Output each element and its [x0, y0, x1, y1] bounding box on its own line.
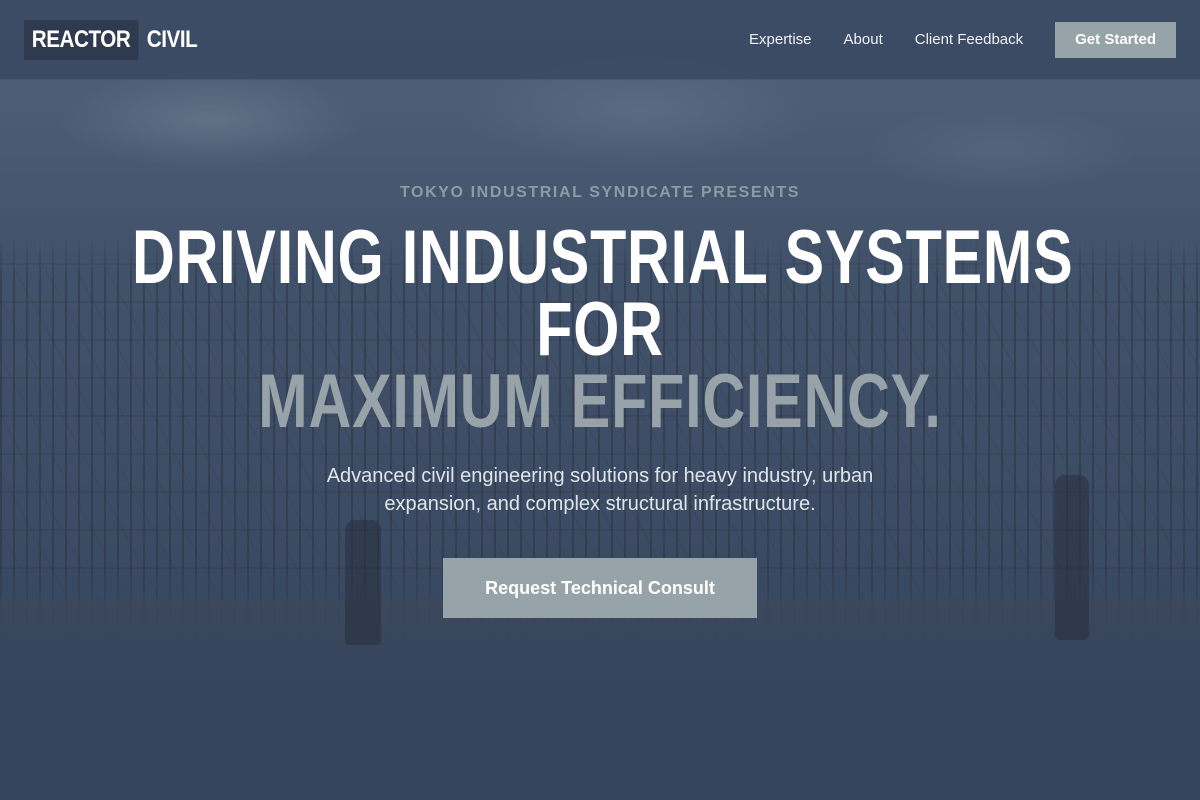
main-nav: Expertise About Client Feedback Get Star… — [749, 21, 1176, 58]
hero-eyebrow: TOKYO INDUSTRIAL SYNDICATE PRESENTS — [399, 184, 801, 201]
headline-line-3: MAXIMUM EFFICIENCY. — [258, 359, 942, 444]
logo-primary: REACTOR — [24, 19, 139, 60]
nav-link-client-feedback[interactable]: Client Feedback — [915, 31, 1023, 48]
hero-section: TOKYO INDUSTRIAL SYNDICATE PRESENTS DRIV… — [0, 0, 1200, 800]
logo[interactable]: REACTOR CIVIL — [24, 19, 198, 60]
headline-line-2: FOR — [536, 287, 664, 372]
headline-line-1: DRIVING INDUSTRIAL SYSTEMS — [132, 215, 1074, 300]
request-consult-button[interactable]: Request Technical Consult — [443, 558, 757, 618]
site-header: REACTOR CIVIL Expertise About Client Fee… — [0, 0, 1200, 80]
get-started-button[interactable]: Get Started — [1055, 21, 1176, 58]
nav-link-expertise[interactable]: Expertise — [749, 31, 812, 48]
nav-link-about[interactable]: About — [844, 31, 883, 48]
hero-subtext: Advanced civil engineering solutions for… — [326, 465, 874, 515]
logo-secondary: CIVIL — [146, 25, 198, 53]
hero-headline: DRIVING INDUSTRIAL SYSTEMS FOR MAXIMUM E… — [0, 215, 1200, 444]
